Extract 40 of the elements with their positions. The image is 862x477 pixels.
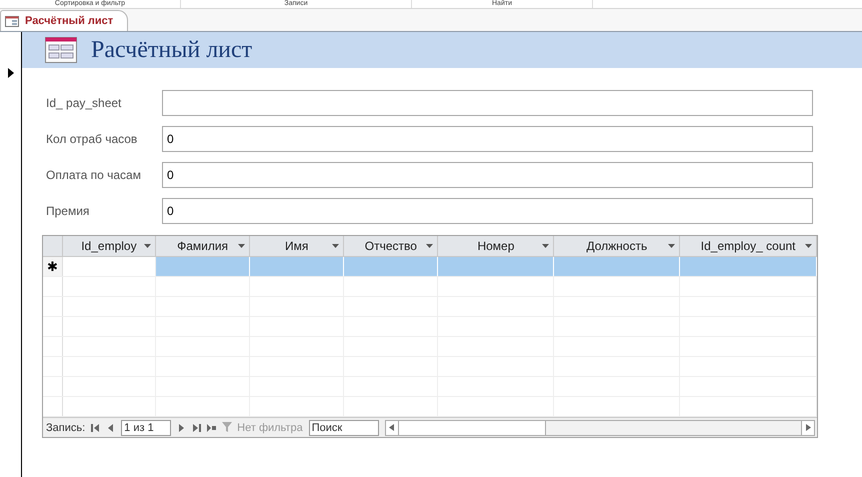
input-field[interactable]: 0 [162,162,813,188]
first-record-icon[interactable] [91,424,100,432]
scroll-right-icon [806,424,810,431]
scrollbar-thumb[interactable] [398,420,546,434]
dropdown-arrow-icon [668,244,676,248]
input-field[interactable]: 0 [162,126,813,152]
column-header[interactable]: Фамилия [156,236,250,256]
new-record-marker: ✱ [43,257,63,276]
funnel-icon [222,422,234,433]
form-icon [5,16,19,26]
form-icon [45,37,77,63]
record-position-field[interactable]: 1 из 1 [121,420,172,436]
scroll-left-icon [389,424,394,431]
dropdown-arrow-icon [805,244,812,248]
dropdown-arrow-icon [238,244,246,248]
field-label: Id_ pay_sheet [46,96,122,110]
field-label: Премия [46,204,90,218]
column-header[interactable]: Номер [438,236,554,256]
form-title: Расчётный лист [91,36,252,64]
record-label: Запись: [46,422,86,434]
field-label: Кол отраб часов [46,132,138,146]
input-field[interactable]: 0 [162,198,813,224]
search-field[interactable]: Поиск [308,420,379,436]
field-label: Оплата по часам [46,168,142,182]
column-header[interactable]: Id_employ [62,236,156,256]
record-pointer-icon [8,68,14,78]
column-header[interactable]: Имя [250,236,344,256]
dropdown-arrow-icon [426,244,434,248]
dropdown-arrow-icon [144,244,151,248]
new-record-icon[interactable] [207,424,216,432]
column-header[interactable]: Должность [554,236,680,256]
dropdown-arrow-icon [332,244,340,248]
column-header[interactable]: Отчество [344,236,438,256]
document-tab[interactable]: Расчётный лист [0,10,128,31]
previous-record-icon[interactable] [106,424,116,432]
input-field[interactable] [162,90,813,116]
last-record-icon[interactable] [192,424,202,432]
column-header[interactable]: Id_employ_ count [680,236,818,256]
dropdown-arrow-icon [542,244,550,248]
next-record-icon[interactable] [177,424,186,432]
